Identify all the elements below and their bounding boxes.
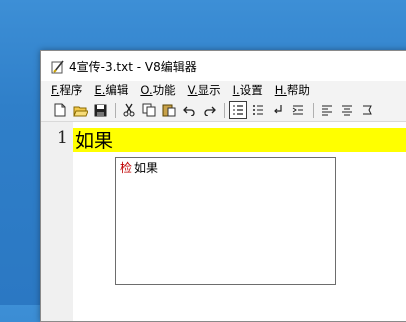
line-gutter [41, 122, 73, 321]
indent-icon[interactable] [289, 101, 307, 119]
line-text[interactable]: 如果 [75, 126, 113, 153]
menu-help[interactable]: H.帮助 [275, 82, 310, 98]
paste-icon[interactable] [160, 101, 178, 119]
toolbar [41, 99, 406, 122]
suggestion-word: 如果 [134, 161, 159, 175]
menu-program[interactable]: F.程序 [51, 82, 82, 98]
cut-icon[interactable] [120, 101, 138, 119]
toolbar-separator [115, 102, 116, 118]
toolbar-separator [224, 102, 225, 118]
line-number: 1 [57, 128, 68, 148]
copy-icon[interactable] [140, 101, 158, 119]
app-icon [51, 59, 65, 74]
clip-icon[interactable] [358, 101, 376, 119]
save-icon[interactable] [91, 101, 109, 119]
suggestion-item[interactable]: 检 如果 [120, 159, 158, 176]
align-left-icon[interactable] [318, 101, 336, 119]
editor-window: 4宣传-3.txt - V8编辑器 F.程序 E.编辑 O.功能 V.显示 I.… [40, 50, 406, 322]
redo-icon[interactable] [200, 101, 218, 119]
current-line-highlight [73, 128, 406, 152]
menu-view[interactable]: V.显示 [188, 82, 221, 98]
new-file-icon[interactable] [51, 101, 69, 119]
newline-icon[interactable] [269, 101, 287, 119]
undo-icon[interactable] [180, 101, 198, 119]
window-title: 4宣传-3.txt - V8编辑器 [69, 59, 197, 74]
menu-function[interactable]: O.功能 [140, 82, 175, 98]
suggestion-key: 检 [120, 161, 133, 175]
menu-edit[interactable]: E.编辑 [94, 82, 128, 98]
align-center-icon[interactable] [338, 101, 356, 119]
line-numbers-icon[interactable] [229, 101, 247, 119]
menu-bar: F.程序 E.编辑 O.功能 V.显示 I.设置 H.帮助 [41, 81, 406, 99]
toolbar-separator [313, 102, 314, 118]
menu-settings[interactable]: I.设置 [233, 82, 263, 98]
list-icon[interactable] [249, 101, 267, 119]
editor-area[interactable]: 1 如果 检 如果 [41, 122, 406, 321]
suggestion-popup: 检 如果 [115, 157, 336, 285]
title-bar[interactable]: 4宣传-3.txt - V8编辑器 [41, 51, 406, 81]
open-folder-icon[interactable] [71, 101, 89, 119]
